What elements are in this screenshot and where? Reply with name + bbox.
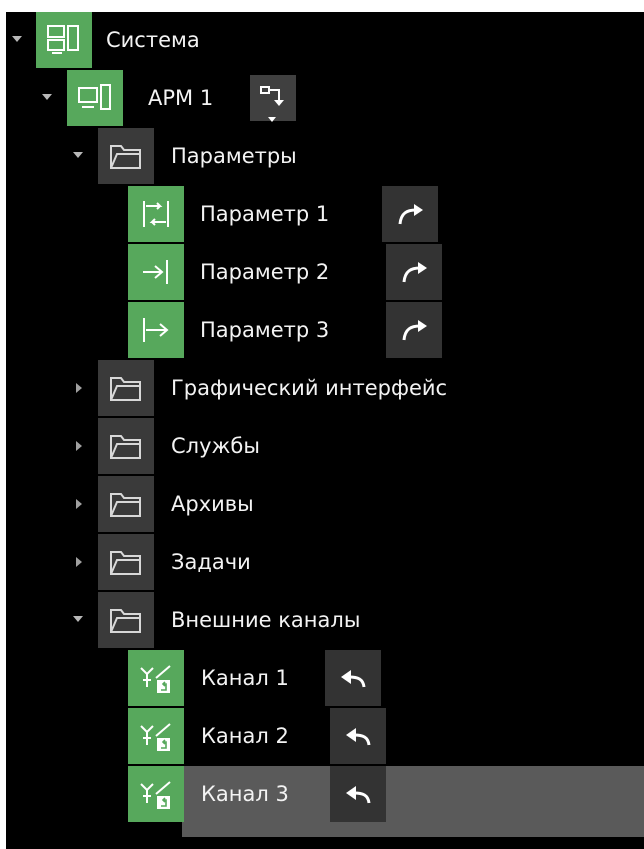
caret-right-icon[interactable] xyxy=(76,383,82,393)
folder-icon xyxy=(98,476,154,532)
caret-right-icon[interactable] xyxy=(76,441,82,451)
tree-node-tasks-folder[interactable]: Задачи xyxy=(6,534,644,592)
tree-node-label: Канал 3 xyxy=(201,782,289,806)
tree-node-external-channels-folder[interactable]: Внешние каналы xyxy=(6,592,644,650)
channel-icon xyxy=(128,766,184,822)
tree-node-label: Задачи xyxy=(171,550,251,574)
caret-down-icon[interactable] xyxy=(73,616,83,622)
tree-node-label: Параметр 3 xyxy=(200,318,330,342)
workstation-icon xyxy=(67,70,123,126)
system-icon xyxy=(36,12,92,68)
return-arrow-icon xyxy=(346,786,371,804)
folder-icon xyxy=(98,360,154,416)
caret-down-icon[interactable] xyxy=(12,36,22,42)
return-button[interactable] xyxy=(330,708,386,764)
tree-node-archives-folder[interactable]: Архивы xyxy=(6,476,644,534)
output-parameter-icon xyxy=(128,302,184,358)
tree-node-channel-3[interactable]: Канал 3 xyxy=(6,766,644,824)
tree-node-parameter-2[interactable]: Параметр 2 xyxy=(6,244,644,302)
return-arrow-icon xyxy=(346,728,371,746)
tree-node-channel-2[interactable]: Канал 2 xyxy=(6,708,644,766)
channel-icon xyxy=(128,650,184,706)
return-arrow-icon xyxy=(341,670,366,688)
tree-node-label: Внешние каналы xyxy=(171,608,361,632)
input-parameter-icon xyxy=(128,244,184,300)
return-button[interactable] xyxy=(330,766,386,822)
dropdown-indicator-icon xyxy=(268,117,276,122)
tree-node-workstation[interactable]: АРМ 1 xyxy=(6,70,644,128)
tree-node-label: Параметр 1 xyxy=(200,202,330,226)
tree-node-label: Параметр 2 xyxy=(200,260,330,284)
caret-down-icon[interactable] xyxy=(42,94,52,100)
caret-right-icon[interactable] xyxy=(76,557,82,567)
caret-down-icon[interactable] xyxy=(73,152,83,158)
channel-icon xyxy=(128,708,184,764)
forward-arrow-icon xyxy=(398,204,423,225)
tree-node-parameter-3[interactable]: Параметр 3 xyxy=(6,302,644,360)
tree-node-label: Параметры xyxy=(171,144,297,168)
move-down-icon xyxy=(260,86,284,106)
folder-icon xyxy=(98,592,154,648)
caret-right-icon[interactable] xyxy=(76,499,82,509)
tree-view: Система АРМ 1 Параметры Параметр 1 Парам… xyxy=(6,12,644,849)
folder-icon xyxy=(98,418,154,474)
tree-node-graphic-interface-folder[interactable]: Графический интерфейс xyxy=(6,360,644,418)
tree-node-label: Архивы xyxy=(171,492,254,516)
tree-node-label: Канал 1 xyxy=(201,666,289,690)
tree-node-label: Графический интерфейс xyxy=(171,376,448,400)
tree-node-system[interactable]: Система xyxy=(6,12,644,70)
tree-node-label: Службы xyxy=(171,434,260,458)
bidirectional-parameter-icon xyxy=(128,186,184,242)
tree-node-channel-1[interactable]: Канал 1 xyxy=(6,650,644,708)
folder-icon xyxy=(98,128,154,184)
forward-button[interactable] xyxy=(386,302,442,358)
tree-node-label: Система xyxy=(106,28,200,52)
forward-arrow-icon xyxy=(402,320,427,341)
tree-node-parameters-folder[interactable]: Параметры xyxy=(6,128,644,186)
return-button[interactable] xyxy=(325,650,381,706)
forward-button[interactable] xyxy=(386,244,442,300)
forward-arrow-icon xyxy=(402,262,427,283)
forward-button[interactable] xyxy=(382,186,438,242)
move-down-button[interactable] xyxy=(250,75,296,122)
tree-node-label: АРМ 1 xyxy=(148,86,214,110)
tree-node-parameter-1[interactable]: Параметр 1 xyxy=(6,186,644,244)
tree-node-label: Канал 2 xyxy=(201,724,289,748)
folder-icon xyxy=(98,534,154,590)
tree-node-services-folder[interactable]: Службы xyxy=(6,418,644,476)
